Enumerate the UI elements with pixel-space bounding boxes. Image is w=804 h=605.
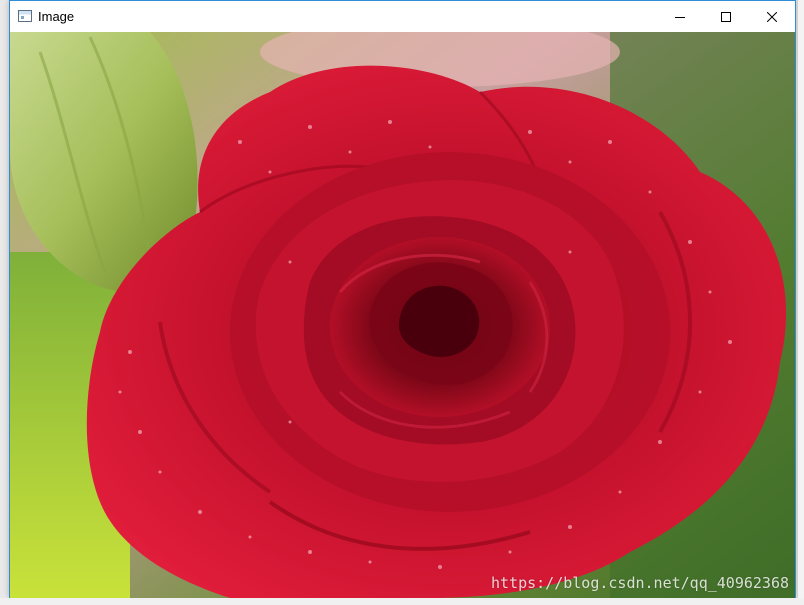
title-bar[interactable]: Image <box>10 1 795 32</box>
maximize-icon <box>721 11 731 22</box>
image-canvas: https://blog.csdn.net/qq_40962368 <box>10 32 795 598</box>
image-window: Image https://blog.csdn.net/qq_40962368 <box>9 0 796 598</box>
minimize-icon <box>675 12 685 22</box>
maximize-button[interactable] <box>703 1 749 32</box>
watermark-text: https://blog.csdn.net/qq_40962368 <box>490 574 789 592</box>
background-taskbar-edge <box>0 598 804 605</box>
minimize-button[interactable] <box>657 1 703 32</box>
rose-photo <box>10 32 795 598</box>
close-button[interactable] <box>749 1 795 32</box>
close-icon <box>767 11 777 22</box>
background-window-edge <box>797 0 804 605</box>
window-app-icon[interactable] <box>18 10 32 22</box>
window-title: Image <box>38 9 75 24</box>
